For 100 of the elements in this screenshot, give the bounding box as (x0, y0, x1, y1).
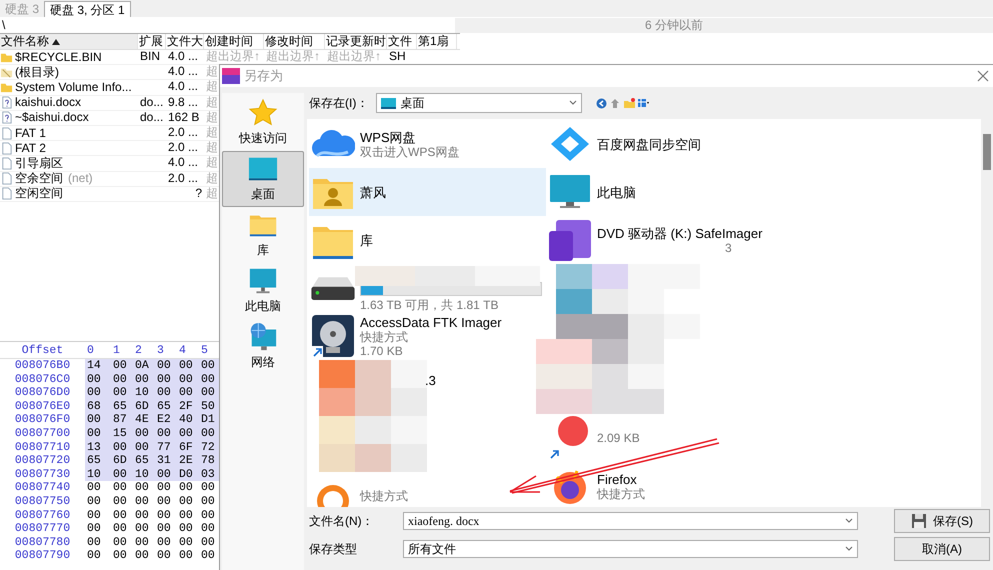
column-header[interactable]: 文件名称 (0, 34, 138, 49)
column-header[interactable]: 记录更新时 (325, 34, 387, 49)
item-name: 库 (360, 232, 373, 248)
item-name: DVD 驱动器 (K:) SafeImager (597, 226, 762, 240)
column-header[interactable]: 文件 (387, 34, 417, 49)
hex-byte: 00 (177, 359, 199, 373)
table-cell: 2.0 ... (168, 141, 198, 154)
file-item[interactable]: WPS网盘 双击进入WPS网盘 (309, 120, 546, 168)
column-header[interactable]: 扩展 (138, 34, 166, 49)
column-header: Offset (20, 344, 64, 358)
hex-byte: 4E (133, 413, 155, 427)
hex-byte: 10 (85, 468, 111, 482)
item-detail: 1.63 TB 可用，共 1.81 TB (360, 298, 500, 312)
table-cell[interactable]: 空闲空间 (0, 186, 138, 201)
close-icon[interactable] (976, 69, 990, 83)
place-item[interactable]: 快速访问 (222, 95, 304, 151)
hex-byte: 00 (112, 494, 128, 509)
file-name: 空余空间 (15, 172, 63, 186)
unknown-file-icon (0, 96, 13, 110)
hex-offset: 008076B0 (14, 359, 72, 373)
hex-byte: 6D (133, 400, 155, 414)
hex-byte: 00 (86, 549, 102, 563)
hex-offset: 00807760 (14, 508, 72, 522)
file-name: System Volume Info... (15, 80, 132, 94)
file-item[interactable]: Firefox 快捷方式 (546, 462, 981, 507)
hex-byte: 00 (200, 508, 216, 522)
new-folder-icon[interactable] (624, 98, 636, 108)
place-item[interactable]: 桌面 (222, 151, 304, 207)
place-item[interactable]: 库 (222, 207, 304, 263)
column-header: 5 (200, 344, 209, 358)
hex-byte: 00 (134, 522, 150, 536)
hex-byte: 00 (177, 372, 199, 386)
caret-icon (845, 518, 853, 524)
hex-byte: 00 (134, 549, 150, 563)
hex-byte: 40 (177, 413, 199, 427)
hex-byte: 00 (156, 522, 172, 536)
app-tile-icon (548, 218, 592, 262)
filetype-dropdown[interactable]: 所有文件 (403, 540, 858, 558)
item-detail: 快捷方式 (360, 330, 409, 344)
column-header: 2 (134, 344, 143, 358)
file-item[interactable]: DVD 驱动器 (K:) SafeImager 3 (546, 216, 981, 264)
hex-byte: 00 (178, 494, 194, 509)
table-cell[interactable]: 引导扇区 (0, 156, 138, 170)
path-text: \ (1, 18, 6, 32)
hex-byte: 78 (199, 454, 221, 468)
column-header[interactable]: 创建时间 (204, 34, 264, 49)
hex-byte: D1 (199, 413, 221, 427)
hex-offset: 00807740 (14, 481, 72, 495)
hex-byte: 00 (177, 386, 199, 400)
table-cell[interactable]: (根目录) (0, 65, 138, 80)
table-cell: 超 (206, 156, 218, 170)
place-item[interactable]: 网络 (222, 319, 304, 375)
table-cell[interactable]: $RECYCLE.BIN (0, 50, 138, 64)
column-header: 4 (178, 344, 187, 358)
location-dropdown[interactable]: 桌面 (376, 93, 582, 113)
table-cell[interactable]: FAT 2 (0, 141, 138, 156)
back-icon[interactable] (596, 98, 608, 108)
table-cell: 超 (206, 186, 218, 200)
table-cell[interactable]: FAT 1 (0, 126, 138, 140)
file-name: 空闲空间 (15, 187, 63, 200)
column-header[interactable]: 文件大 (166, 34, 204, 49)
file-item[interactable]: AccessData FTK Imager 快捷方式 1.70 KB (309, 312, 546, 360)
hex-offset: 008076C0 (14, 372, 72, 386)
table-cell[interactable]: 空余空间 (net) (0, 172, 138, 186)
dialog-title: 另存为 (244, 67, 283, 85)
app-logo-icon (222, 67, 240, 85)
file-item[interactable]: 快捷方式 (309, 472, 546, 507)
tab[interactable]: 硬盘 3, 分区 1 (44, 1, 131, 17)
scrollbar[interactable] (981, 119, 993, 507)
up-arrow-icon[interactable] (610, 98, 622, 108)
hex-byte: 00 (178, 508, 194, 522)
save-button[interactable]: 保存(S) (894, 509, 990, 533)
item-detail: 快捷方式 (597, 486, 645, 500)
file-item[interactable]: 百度网盘同步空间 (546, 120, 981, 168)
item-name: 萧风 (360, 184, 386, 200)
file-icon (0, 126, 13, 140)
column-header[interactable]: 修改时间 (264, 34, 325, 49)
table-cell[interactable]: ~$aishui.docx (0, 110, 138, 125)
column-header[interactable]: 第1扇 (417, 34, 457, 49)
place-item[interactable]: 此电脑 (222, 263, 304, 319)
table-cell: 超 (206, 126, 218, 139)
file-item[interactable]: 2.09 KB (546, 414, 981, 462)
table-cell[interactable]: System Volume Info... (0, 80, 138, 95)
cancel-button[interactable]: 取消(A) (894, 537, 990, 561)
file-item[interactable]: 库 (309, 216, 546, 264)
view-menu-icon[interactable] (638, 98, 650, 108)
hex-offset: 008076F0 (14, 413, 72, 427)
hex-byte: 00 (200, 481, 216, 495)
table-cell: 4.0 ... (168, 80, 198, 94)
hex-byte: 00 (199, 359, 221, 373)
file-item[interactable]: 萧风 (309, 168, 546, 216)
table-cell: ? (195, 186, 202, 200)
file-item[interactable]: 此电脑 (546, 168, 981, 216)
table-cell[interactable]: kaishui.docx (0, 96, 138, 110)
hex-byte: 00 (200, 549, 216, 563)
hex-byte: 65 (85, 454, 111, 468)
hex-byte: 00 (178, 536, 194, 550)
filename-field[interactable]: xiaofeng. docx (403, 512, 858, 530)
sort-up-icon (52, 38, 60, 44)
file-icon (0, 187, 13, 200)
